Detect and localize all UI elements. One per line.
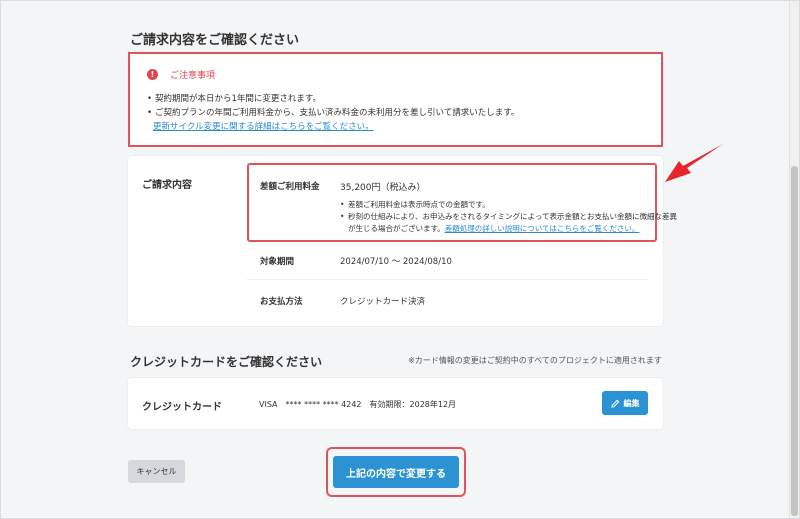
vertical-scrollbar[interactable] [789,1,799,518]
scrollbar-thumb[interactable] [791,166,798,516]
alert-icon: ! [147,69,158,80]
notice-title: ご注意事項 [170,71,216,81]
credit-card-label: クレジットカード [142,402,222,413]
diff-processing-details-link[interactable]: 差額処理の詳しい説明についてはこちらをご覧ください。 [445,224,640,233]
billing-section-title: ご請求内容をご確認ください [130,33,300,48]
notice-item: ご契約プランの年間ご利用料金から、支払い済み料金の未利用分を差し引いて請求いたし… [147,106,519,120]
diff-note: 秒刻の仕組みにより、お申込みをされるタイミングによって表示金額とお支払い金額に微… [340,211,677,223]
notice-header: ! ご注意事項 [147,68,215,81]
notice-box: ! ご注意事項 契約期間が本日から1年間に変更されます。 ご契約プランの年間ご利… [128,52,663,147]
annotation-arrow-icon [665,144,723,182]
row-divider [247,279,647,280]
diff-note-continued: が生じる場合がございます。差額処理の詳しい説明についてはこちらをご覧ください。 [340,223,677,235]
edit-button-label: 編集 [623,398,640,408]
cancel-button[interactable]: キャンセル [128,460,185,483]
diff-fee-label: 差額ご利用料金 [260,182,320,192]
card-section-title: クレジットカードをご確認ください [130,355,323,369]
notice-item: 契約期間が本日から1年間に変更されます。 [147,92,519,106]
credit-card-info: VISA **** **** **** 4242 有効期限：2028年12月 [259,400,457,409]
credit-card-card: クレジットカード VISA **** **** **** 4242 有効期限：2… [128,378,663,429]
cycle-change-details-link[interactable]: 更新サイクル変更に関する詳細はこちらをご覧ください。 [153,120,374,132]
diff-note-text: が生じる場合がございます。 [348,224,445,233]
diff-fee-value: 35,200円（税込み） [340,183,426,193]
period-label: 対象期間 [260,257,295,267]
diff-fee-notes: 差額ご利用料金は表示時点での金額です。 秒刻の仕組みにより、お申込みをされるタイ… [340,199,677,235]
notice-list: 契約期間が本日から1年間に変更されます。 ご契約プランの年間ご利用料金から、支払… [147,92,519,120]
card-section-note: ※カード情報の変更はご契約中のすべてのプロジェクトに適用されます [408,356,662,365]
edit-card-button[interactable]: 編集 [602,391,648,415]
billing-card-label: ご請求内容 [142,180,192,191]
submit-change-button[interactable]: 上記の内容で変更する [333,456,459,488]
payment-method-label: お支払方法 [260,297,303,307]
payment-method-value: クレジットカード決済 [340,297,426,307]
period-value: 2024/07/10 〜 2024/08/10 [340,257,452,267]
pencil-icon [610,399,619,408]
diff-note: 差額ご利用料金は表示時点での金額です。 [340,199,677,211]
